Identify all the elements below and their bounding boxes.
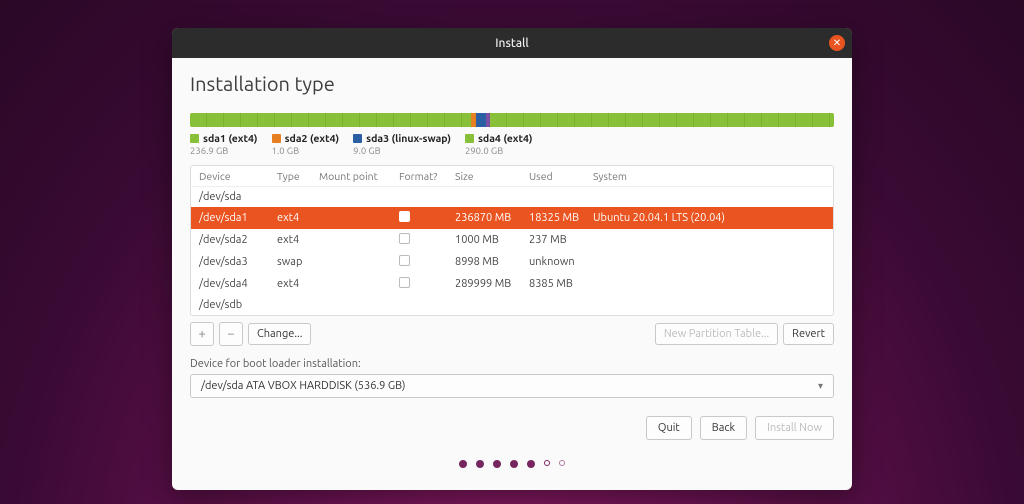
- add-partition-button[interactable]: +: [190, 322, 214, 346]
- table-column-header: Type: [277, 170, 319, 182]
- table-row[interactable]: /dev/sda2 ext4 1000 MB 237 MB: [191, 229, 833, 251]
- table-column-header: System: [593, 170, 825, 182]
- cell-used: 237 MB: [529, 234, 593, 246]
- cell-type: swap: [277, 256, 319, 268]
- chevron-down-icon: ▾: [818, 380, 823, 392]
- legend-item: sda1 (ext4)236.9 GB: [190, 132, 258, 157]
- change-button[interactable]: Change...: [248, 323, 311, 345]
- cell-format[interactable]: [399, 233, 455, 247]
- legend-swatch-icon: [272, 134, 281, 143]
- legend-item: sda3 (linux-swap)9.0 GB: [353, 132, 451, 157]
- page-title: Installation type: [190, 72, 834, 95]
- cell-device: /dev/sda3: [199, 256, 277, 268]
- remove-partition-button[interactable]: −: [219, 322, 243, 346]
- progress-stepper: [190, 460, 834, 468]
- table-row[interactable]: /dev/sda3 swap 8998 MB unknown: [191, 251, 833, 273]
- table-column-header: Used: [529, 170, 593, 182]
- quit-button[interactable]: Quit: [646, 416, 692, 440]
- stepper-dot: [527, 460, 535, 468]
- cell-used: 18325 MB: [529, 212, 593, 224]
- cell-device: /dev/sdb: [199, 299, 277, 311]
- stepper-dot: [544, 460, 550, 466]
- diskbar-seg-sda1: [190, 113, 471, 127]
- disk-usage-bar: [190, 113, 834, 127]
- stepper-dot: [559, 460, 565, 466]
- format-checkbox[interactable]: [399, 211, 410, 222]
- format-checkbox[interactable]: [399, 277, 410, 288]
- legend-size: 236.9 GB: [190, 145, 258, 157]
- cell-type: ext4: [277, 234, 319, 246]
- cell-type: ext4: [277, 278, 319, 290]
- legend-size: 290.0 GB: [465, 145, 533, 157]
- table-row[interactable]: /dev/sda4 ext4 289999 MB 8385 MB: [191, 273, 833, 295]
- bootloader-selected-value: /dev/sda ATA VBOX HARDDISK (536.9 GB): [201, 380, 405, 392]
- cell-used: unknown: [529, 256, 593, 268]
- install-now-button[interactable]: Install Now: [755, 416, 834, 440]
- legend-swatch-icon: [190, 134, 199, 143]
- table-column-header: Size: [455, 170, 529, 182]
- stepper-dot: [476, 460, 484, 468]
- revert-button[interactable]: Revert: [783, 323, 834, 345]
- bootloader-device-select[interactable]: /dev/sda ATA VBOX HARDDISK (536.9 GB) ▾: [190, 374, 834, 398]
- diskbar-seg-sda3: [476, 113, 487, 127]
- legend-swatch-icon: [353, 134, 362, 143]
- legend-item: sda2 (ext4)1.0 GB: [272, 132, 340, 157]
- titlebar: Install ✕: [172, 28, 852, 58]
- legend-name: sda4 (ext4): [478, 132, 533, 145]
- legend-name: sda1 (ext4): [203, 132, 258, 145]
- cell-device: /dev/sda2: [199, 234, 277, 246]
- cell-device: /dev/sda4: [199, 278, 277, 290]
- partition-table-header: DeviceTypeMount pointFormat?SizeUsedSyst…: [191, 166, 833, 187]
- format-checkbox[interactable]: [399, 233, 410, 244]
- legend-size: 9.0 GB: [353, 145, 451, 157]
- cell-size: 289999 MB: [455, 278, 529, 290]
- cell-size: 1000 MB: [455, 234, 529, 246]
- table-device-group: /dev/sdb: [191, 295, 833, 315]
- table-device-group: /dev/sda: [191, 187, 833, 207]
- disk-legend: sda1 (ext4)236.9 GB sda2 (ext4)1.0 GB sda3…: [190, 132, 834, 157]
- cell-format[interactable]: [399, 277, 455, 291]
- cell-used: 8385 MB: [529, 278, 593, 290]
- cell-type: ext4: [277, 212, 319, 224]
- window-title: Install: [495, 37, 529, 50]
- footer-buttons: Quit Back Install Now: [190, 416, 834, 440]
- cell-format[interactable]: [399, 255, 455, 269]
- partition-table-body: /dev/sda /dev/sda1 ext4 236870 MB 18325 …: [191, 187, 833, 315]
- partition-table: DeviceTypeMount pointFormat?SizeUsedSyst…: [190, 165, 834, 316]
- bootloader-label: Device for boot loader installation:: [190, 358, 834, 370]
- cell-size: 8998 MB: [455, 256, 529, 268]
- cell-device: /dev/sda1: [199, 212, 277, 224]
- diskbar-seg-sda4: [490, 113, 834, 127]
- content-area: Installation type sda1 (ext4)236.9 GBsda…: [172, 58, 852, 490]
- stepper-dot: [459, 460, 467, 468]
- legend-item: sda4 (ext4)290.0 GB: [465, 132, 533, 157]
- legend-size: 1.0 GB: [272, 145, 340, 157]
- table-column-header: Device: [199, 170, 277, 182]
- close-icon[interactable]: ✕: [829, 35, 845, 51]
- table-row[interactable]: /dev/sda1 ext4 236870 MB 18325 MB Ubuntu…: [191, 207, 833, 229]
- cell-system: Ubuntu 20.04.1 LTS (20.04): [593, 212, 825, 224]
- back-button[interactable]: Back: [700, 416, 747, 440]
- cell-device: /dev/sda: [199, 191, 277, 203]
- format-checkbox[interactable]: [399, 255, 410, 266]
- legend-swatch-icon: [465, 134, 474, 143]
- table-column-header: Mount point: [319, 170, 399, 182]
- legend-name: sda2 (ext4): [285, 132, 340, 145]
- cell-format[interactable]: [399, 211, 455, 225]
- partition-actions-row: + − Change... New Partition Table... Rev…: [190, 322, 834, 346]
- legend-name: sda3 (linux-swap): [366, 132, 451, 145]
- new-partition-table-button[interactable]: New Partition Table...: [655, 323, 778, 345]
- cell-size: 236870 MB: [455, 212, 529, 224]
- install-window: Install ✕ Installation type sda1 (ext4)2…: [172, 28, 852, 490]
- table-column-header: Format?: [399, 170, 455, 182]
- stepper-dot: [510, 460, 518, 468]
- stepper-dot: [493, 460, 501, 468]
